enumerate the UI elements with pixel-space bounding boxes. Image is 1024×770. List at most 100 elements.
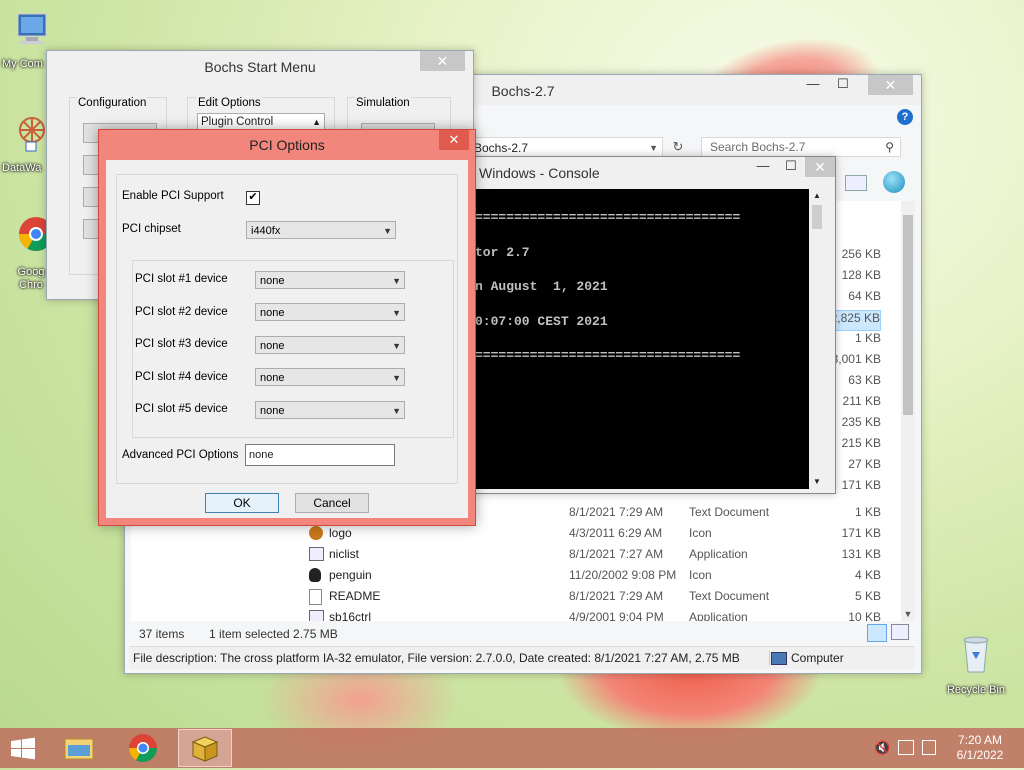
simulation-label: Simulation xyxy=(355,97,411,109)
file-name: README xyxy=(329,589,381,603)
start-menu-titlebar[interactable]: Bochs Start Menu ✕ xyxy=(47,51,473,81)
action-center-icon[interactable] xyxy=(922,740,936,755)
scroll-down-icon[interactable]: ▼ xyxy=(901,607,915,621)
taskbar-file-explorer[interactable] xyxy=(56,729,102,767)
ok-button[interactable]: OK xyxy=(205,493,279,513)
table-row[interactable]: sb16ctrl 4/9/2001 9:04 PM Application 10… xyxy=(131,607,901,621)
file-date: 11/20/2002 9:08 PM xyxy=(569,568,677,582)
volume-muted-icon[interactable]: 🔇 xyxy=(874,740,890,756)
configuration-label: Configuration xyxy=(77,97,148,109)
close-button[interactable]: ✕ xyxy=(420,51,465,71)
pci-chipset-select[interactable]: i440fx ▼ xyxy=(246,221,396,239)
file-name: penguin xyxy=(329,568,372,582)
select-value: none xyxy=(260,307,285,319)
input-value: none xyxy=(249,449,274,461)
start-button[interactable] xyxy=(0,729,46,767)
scroll-down-icon[interactable]: ▼ xyxy=(809,475,825,489)
console-window: Windows - Console — ☐ ✕ ================… xyxy=(470,156,836,494)
file-size: 5 KB xyxy=(854,589,881,603)
computer-icon xyxy=(12,10,52,50)
table-row[interactable]: penguin 11/20/2002 9:08 PM Icon 4 KB xyxy=(131,565,901,586)
scrollbar[interactable]: ▼ xyxy=(901,201,915,621)
list-item[interactable]: Plugin Control xyxy=(201,116,273,128)
address-text: Bochs-2.7 xyxy=(474,141,529,155)
dialog-title: PCI Options xyxy=(249,137,325,153)
file-date: 4/3/2011 6:29 AM xyxy=(569,526,663,540)
pci-slot-1-select[interactable]: none ▼ xyxy=(255,271,405,289)
pci-slot-4-select[interactable]: none ▼ xyxy=(255,368,405,386)
logo-file-icon xyxy=(309,526,323,540)
file-date: 8/1/2021 7:29 AM xyxy=(569,589,664,603)
help-icon[interactable]: ? xyxy=(897,109,913,125)
file-type: Icon xyxy=(689,568,712,582)
address-bar[interactable]: Bochs-2.7 ▼ xyxy=(471,137,663,157)
clock-date: 6/1/2022 xyxy=(956,748,1004,762)
file-size: 1 KB xyxy=(854,505,881,519)
cancel-button[interactable]: Cancel xyxy=(295,493,369,513)
selection-info: 1 item selected 2.75 MB xyxy=(209,627,338,641)
advanced-pci-input[interactable]: none xyxy=(245,444,395,466)
scroll-up-icon[interactable]: ▲ xyxy=(809,189,825,203)
refresh-icon[interactable]: ↻ xyxy=(667,137,689,157)
table-row[interactable]: logo 4/3/2011 6:29 AM Icon 171 KB xyxy=(131,523,901,544)
file-type: Application xyxy=(689,547,748,561)
pci-slot-5-select[interactable]: none ▼ xyxy=(255,401,405,419)
windows-logo-icon xyxy=(11,737,35,760)
select-value: none xyxy=(260,275,285,287)
pci-slot-2-label: PCI slot #2 device xyxy=(135,306,228,318)
network-icon[interactable] xyxy=(898,740,914,755)
enable-pci-label: Enable PCI Support xyxy=(122,190,224,202)
close-button[interactable]: ✕ xyxy=(439,130,469,150)
console-line: ================================== xyxy=(475,348,741,363)
chevron-down-icon[interactable]: ▼ xyxy=(649,138,658,158)
dialog-body: Enable PCI Support ✔ PCI chipset i440fx ▼… xyxy=(106,160,468,518)
maximize-button[interactable]: ☐ xyxy=(829,75,857,95)
pci-slot-2-select[interactable]: none ▼ xyxy=(255,303,405,321)
taskbar: 🔇 7:20 AM 6/1/2022 xyxy=(0,728,1024,768)
console-titlebar[interactable]: Windows - Console — ☐ ✕ xyxy=(471,157,835,187)
chevron-down-icon: ▼ xyxy=(392,341,401,351)
taskbar-chrome[interactable] xyxy=(120,729,166,767)
console-line: tor 2.7 xyxy=(475,244,530,260)
item-count: 37 items xyxy=(139,627,185,641)
pci-slot-4-label: PCI slot #4 device xyxy=(135,371,228,383)
enable-pci-checkbox[interactable]: ✔ xyxy=(246,191,260,205)
scrollbar[interactable]: ▲ ▼ xyxy=(809,189,825,489)
table-row[interactable]: README 8/1/2021 7:29 AM Text Document 5 … xyxy=(131,586,901,607)
file-type: Icon xyxy=(689,526,712,540)
scrollbar-thumb[interactable] xyxy=(903,215,913,415)
file-size: 4 KB xyxy=(854,568,881,582)
maximize-button[interactable]: ☐ xyxy=(777,157,805,177)
taskbar-bochs[interactable] xyxy=(178,729,232,767)
folder-icon xyxy=(64,738,94,760)
file-size: 10 KB xyxy=(848,610,881,621)
select-value: none xyxy=(260,405,285,417)
minimize-button[interactable]: — xyxy=(799,75,827,95)
desktop-icon-label: Goog Chro xyxy=(17,266,45,291)
desktop-icon-recycle-bin[interactable]: Recycle Bin xyxy=(944,632,1008,696)
large-icons-view-icon[interactable] xyxy=(891,624,909,640)
pci-slot-3-select[interactable]: none ▼ xyxy=(255,336,405,354)
location-label: Computer xyxy=(791,651,844,665)
desktop-icon-my-computer[interactable]: My Com xyxy=(2,10,62,70)
chevron-down-icon: ▼ xyxy=(383,226,392,236)
globe-icon[interactable] xyxy=(883,171,905,193)
table-row[interactable]: niclist 8/1/2021 7:27 AM Application 131… xyxy=(131,544,901,565)
preview-pane-icon[interactable] xyxy=(845,175,867,191)
file-name: niclist xyxy=(329,547,360,561)
search-placeholder: Search Bochs-2.7 xyxy=(710,140,806,154)
minimize-button[interactable]: — xyxy=(749,157,777,177)
pci-chipset-label: PCI chipset xyxy=(122,223,181,235)
close-button[interactable]: ✕ xyxy=(805,157,835,177)
search-input[interactable]: Search Bochs-2.7 ⚲ xyxy=(701,137,901,157)
console-output[interactable]: ================================== tor 2… xyxy=(475,189,809,489)
search-icon: ⚲ xyxy=(885,140,894,154)
clock[interactable]: 7:20 AM 6/1/2022 xyxy=(950,733,1010,763)
select-value: none xyxy=(260,372,285,384)
file-size: 131 KB xyxy=(841,547,881,561)
close-button[interactable]: ✕ xyxy=(868,75,913,95)
application-icon xyxy=(309,547,324,561)
details-view-icon[interactable] xyxy=(867,624,887,642)
scrollbar-thumb[interactable] xyxy=(812,205,822,229)
chevron-down-icon: ▼ xyxy=(392,308,401,318)
